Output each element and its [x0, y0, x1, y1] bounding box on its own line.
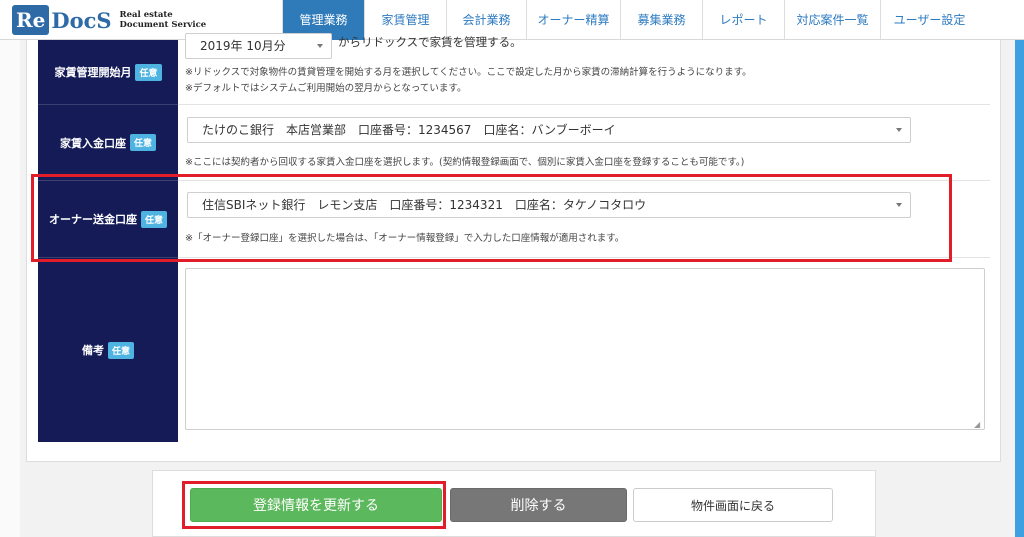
rent-account-label: 家賃入金口座 任意 [38, 105, 178, 180]
start-month-note2: ※デフォルトではシステムご利用開始の翌月からとなっています。 [185, 83, 467, 94]
nav-item-recruitment[interactable]: 募集業務 [620, 0, 702, 40]
update-button-highlight [182, 481, 446, 529]
start-month-select-value: 2019年 10月分 [200, 39, 286, 53]
nav-item-report[interactable]: レポート [702, 0, 784, 40]
start-month-label-text: 家賃管理開始月 [54, 66, 132, 79]
rent-account-select-value: たけのこ銀行 本店営業部 口座番号：1234567 口座名：バンブーボーイ [202, 123, 616, 137]
start-month-note1: ※リドックスで対象物件の賃貸管理を開始する月を選択してください。ここで設定した月… [185, 67, 752, 78]
start-month-suffix: からリドックスで家賃を管理する。 [338, 35, 522, 49]
row-divider [178, 104, 990, 105]
optional-badge: 任意 [129, 134, 156, 151]
remarks-label: 備考 任意 [38, 258, 178, 442]
resize-handle-icon[interactable]: ◢ [974, 420, 1022, 535]
nav-item-cases[interactable]: 対応案件一覧 [784, 0, 880, 40]
start-month-select[interactable]: 2019年 10月分 [185, 33, 332, 59]
redocs-logo[interactable]: Re DocS Real estate Document Service [12, 5, 206, 35]
remarks-textarea[interactable] [185, 268, 985, 430]
chevron-down-icon [896, 128, 902, 132]
remarks-label-text: 備考 [81, 344, 104, 357]
delete-button[interactable]: 削除する [450, 488, 627, 522]
rent-account-label-text: 家賃入金口座 [59, 136, 126, 150]
logo-tagline-line2: Document Service [119, 20, 207, 30]
rent-account-note: ※ここには契約者から回収する家賃入金口座を選択します。(契約情報登録画面で、個別… [185, 157, 745, 168]
optional-badge: 任意 [107, 341, 134, 359]
start-month-label: 家賃管理開始月 任意 [38, 40, 178, 104]
optional-badge: 任意 [135, 63, 162, 81]
logo-tagline: Real estate Document Service [120, 10, 207, 30]
logo-re: Re [12, 5, 50, 35]
logo-tagline-line1: Real estate [119, 10, 173, 20]
owner-account-highlight [31, 174, 952, 262]
rent-account-select[interactable]: たけのこ銀行 本店営業部 口座番号：1234567 口座名：バンブーボーイ [187, 117, 911, 143]
back-to-property-button[interactable]: 物件画面に戻る [633, 488, 833, 522]
nav-item-owner-settlement[interactable]: オーナー精算 [526, 0, 620, 40]
left-margin [0, 40, 20, 537]
chevron-down-icon [317, 44, 323, 48]
nav-item-user-settings[interactable]: ユーザー設定 [880, 0, 978, 40]
logo-docs: DocS [51, 7, 112, 33]
